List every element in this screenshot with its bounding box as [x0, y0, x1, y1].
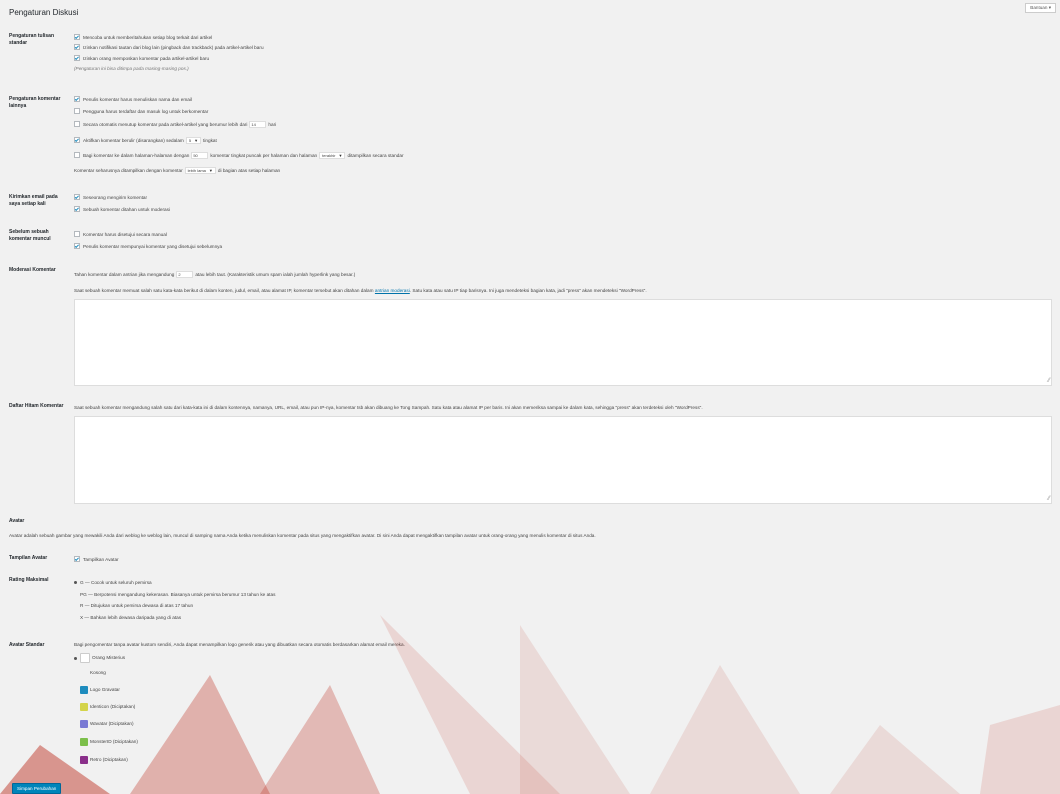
option-close-comments[interactable]: Secara otomatis menutup komentar pada ar… [74, 120, 276, 129]
default-page-select[interactable]: terakhir ▼ [319, 152, 346, 160]
dropdown-arrow-icon: ▼ [338, 153, 343, 159]
gravatar-logo-icon [80, 686, 88, 694]
option-pingback[interactable]: Mencoba untuk memberitahukan setiap blog… [74, 33, 212, 41]
resize-grip-icon[interactable]: ⁄⁄ [1048, 496, 1050, 502]
option-email-anyone-posts[interactable]: Seseorang mengirim komentar [74, 193, 147, 201]
option-require-registration[interactable]: Pengguna harus terdaftar dan masuk log u… [74, 107, 208, 115]
retro-avatar-icon [80, 756, 88, 764]
radio[interactable] [74, 616, 77, 619]
option-paginate-comments[interactable]: Bagi komentar ke dalam halaman-halaman d… [74, 151, 404, 160]
help-button[interactable]: Bantuan ▾ [1025, 3, 1056, 13]
rating-option-g[interactable]: G — Cocok untuk seluruh pemirsa [74, 579, 152, 586]
checkbox-checked[interactable] [74, 43, 80, 50]
default-avatar-wavatar[interactable]: Wavatar (Diciptakan) [74, 720, 134, 728]
option-manual-approval[interactable]: Komentar harus disetujui secara manual [74, 230, 167, 238]
moderation-keys-textarea[interactable]: ⁄⁄ [74, 299, 1052, 386]
default-avatar-retro[interactable]: Retro (Diciptakan) [74, 756, 128, 764]
section-label-rating: Rating Maksimal [9, 577, 49, 583]
section-label-default-avatar: Avatar Standar [9, 642, 45, 648]
section-label-before: Sebelum sebuah komentar muncul [9, 229, 51, 242]
section-label-email: Kirimkan email pada saya setiap kali [9, 194, 58, 207]
option-threaded-comments[interactable]: Aktifkan komentar berulir (disarangkan) … [74, 136, 217, 145]
identicon-icon [80, 703, 88, 711]
section-label-moderation: Moderasi Komentar [9, 267, 56, 273]
page-title: Pengaturan Diskusi [9, 8, 79, 17]
option-comment-order: Komentar seharusnya ditampilkan dengan k… [74, 167, 281, 175]
checkbox-checked[interactable] [74, 205, 80, 212]
close-days-input[interactable]: 14 [249, 121, 267, 129]
checkbox[interactable] [74, 120, 80, 127]
override-note: (Pengaturan ini bisa ditimpa pada masing… [74, 66, 189, 71]
thread-depth-select[interactable]: 5 ▼ [185, 137, 202, 145]
checkbox[interactable] [74, 230, 80, 237]
radio[interactable] [74, 723, 77, 726]
option-previously-approved[interactable]: Penulis komentar mempunyai komentar yang… [74, 242, 222, 250]
avatars-heading: Avatar [9, 518, 25, 524]
option-show-avatars[interactable]: Tampilkan Avatar [74, 555, 119, 563]
radio[interactable] [74, 604, 77, 607]
watermark-logo [0, 615, 1060, 794]
section-label-blacklist: Daftar Hitam Komentar [9, 403, 64, 409]
checkbox-checked[interactable] [74, 54, 80, 61]
option-allow-comments[interactable]: Izinkan orang memposkan komentar pada ar… [74, 54, 209, 62]
checkbox-checked[interactable] [74, 555, 80, 562]
section-label-show-avatars: Tampilan Avatar [9, 555, 48, 561]
radio-selected[interactable] [74, 581, 77, 585]
blank-avatar-icon [80, 669, 88, 677]
radio[interactable] [74, 759, 77, 762]
section-label-other: Pengaturan komentar lainnya [9, 96, 61, 109]
moderation-description: Saat sebuah komentar memuat salah satu k… [74, 288, 647, 293]
default-avatar-mystery[interactable]: Orang Misterius [74, 653, 125, 663]
option-allow-trackbacks[interactable]: Izinkan notifikasi tautan dari blog lain… [74, 43, 264, 51]
default-avatar-blank[interactable]: Kosong [74, 669, 106, 677]
checkbox-checked[interactable] [74, 95, 80, 102]
default-avatar-monsterid[interactable]: MonsterID (Diciptakan) [74, 738, 138, 746]
rating-option-pg[interactable]: PG — Berpotensi mengandung kekerasan. Bi… [74, 591, 275, 598]
default-avatar-identicon[interactable]: Identicon (Diciptakan) [74, 703, 135, 711]
monsterid-icon [80, 738, 88, 746]
dropdown-arrow-icon: ▼ [194, 138, 199, 144]
radio-selected[interactable] [74, 656, 77, 660]
wavatar-icon [80, 720, 88, 728]
save-changes-button[interactable]: Simpan Perubahan [12, 783, 62, 794]
mystery-person-icon [80, 653, 90, 663]
default-avatar-description: Bagi pengomentar tanpa avatar kustom sen… [74, 642, 405, 647]
checkbox-checked[interactable] [74, 136, 80, 143]
blacklist-description: Saat sebuah komentar mengandung salah sa… [74, 405, 703, 410]
checkbox[interactable] [74, 151, 80, 158]
moderation-queue-link[interactable]: antrian moderasi [375, 288, 410, 293]
option-email-moderation[interactable]: Sebuah komentar ditahan untuk moderasi [74, 205, 170, 213]
checkbox-checked[interactable] [74, 193, 80, 200]
option-require-name-email[interactable]: Penulis komentar harus menuliskan nama d… [74, 95, 192, 103]
avatars-description: Avatar adalah sebuah gambar yang mewakil… [9, 533, 596, 538]
radio[interactable] [74, 689, 77, 692]
resize-grip-icon[interactable]: ⁄⁄ [1048, 378, 1050, 384]
checkbox-checked[interactable] [74, 242, 80, 249]
radio[interactable] [74, 741, 77, 744]
section-label-standard: Pengaturan tulisan standar [9, 33, 55, 46]
radio[interactable] [74, 706, 77, 709]
rating-option-x[interactable]: X — Bahkan lebih dewasa daripada yang di… [74, 614, 181, 621]
radio[interactable] [74, 593, 77, 596]
blacklist-keys-textarea[interactable]: ⁄⁄ [74, 416, 1052, 504]
comments-per-page-input[interactable]: 50 [191, 152, 209, 160]
default-avatar-gravatar[interactable]: Logo Gravatar [74, 686, 120, 694]
radio[interactable] [74, 672, 77, 675]
comment-order-select[interactable]: lebih lama ▼ [184, 167, 216, 175]
checkbox[interactable] [74, 107, 80, 114]
checkbox-checked[interactable] [74, 33, 80, 40]
moderation-links-input[interactable]: 2 [176, 271, 194, 279]
dropdown-arrow-icon: ▼ [208, 168, 213, 174]
moderation-links-setting: Tahan komentar dalam antrian jika mengan… [74, 271, 356, 279]
rating-option-r[interactable]: R — Ditujukan untuk pemirsa dewasa di at… [74, 602, 193, 609]
